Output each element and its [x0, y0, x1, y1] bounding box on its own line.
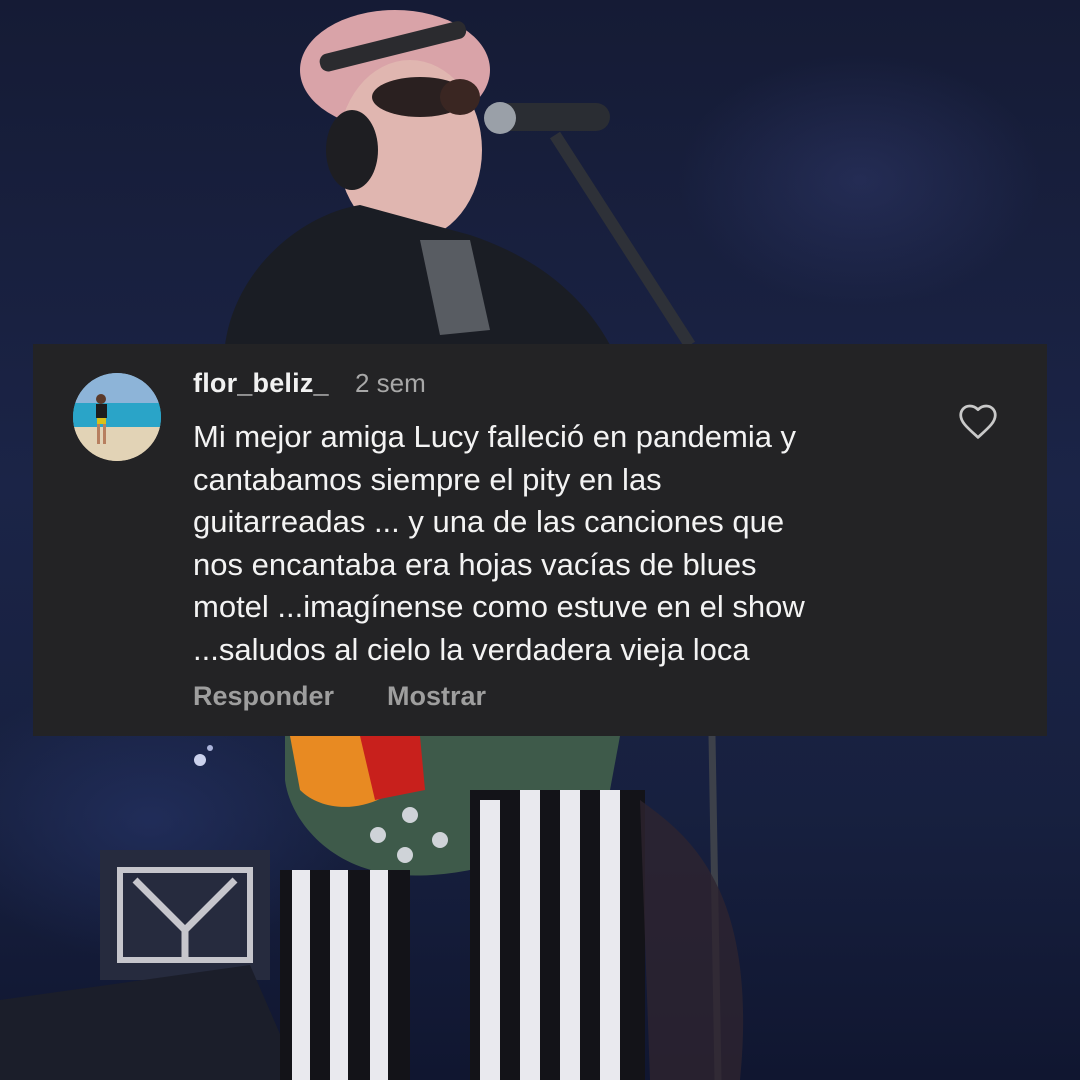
user-avatar[interactable] [73, 373, 161, 461]
heart-outline-icon[interactable] [957, 402, 999, 440]
comment-username[interactable]: flor_beliz_ [193, 368, 329, 399]
reply-button[interactable]: Responder [193, 681, 334, 712]
comment-card: flor_beliz_ 2 sem Mi mejor amiga Lucy fa… [33, 344, 1047, 736]
comment-text: Mi mejor amiga Lucy falleció en pandemia… [193, 419, 805, 667]
like-icon-graphic [959, 404, 997, 439]
avatar-image [73, 373, 161, 461]
comment-timestamp: 2 sem [355, 368, 426, 398]
show-replies-button[interactable]: Mostrar [387, 681, 486, 712]
